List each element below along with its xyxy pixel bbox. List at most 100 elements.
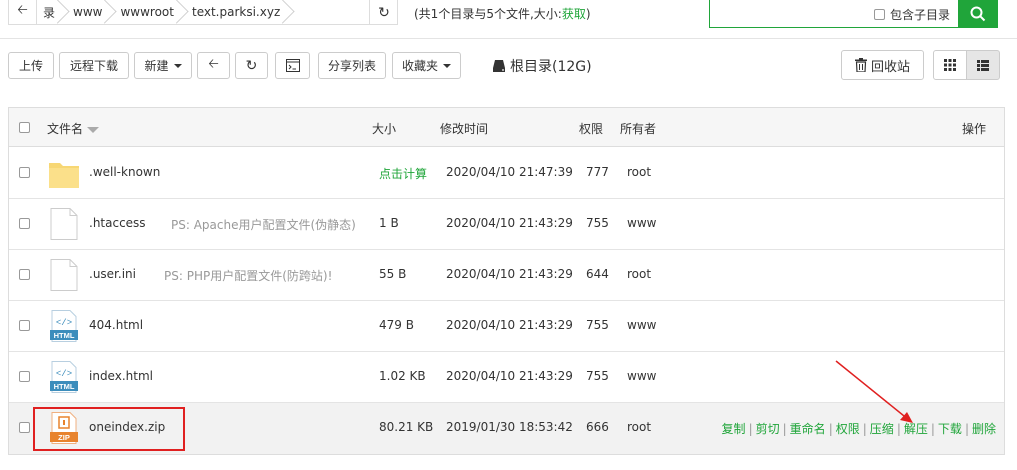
terminal-icon (285, 59, 300, 72)
calc-size-link[interactable]: 点击计算 (379, 165, 427, 182)
file-size: 1 B (379, 216, 399, 230)
row-checkbox[interactable] (19, 167, 30, 178)
file-name[interactable]: index.html (89, 369, 153, 383)
action-separator: | (964, 422, 969, 436)
back-arrow-icon: 🡠 (208, 56, 219, 72)
file-perm[interactable]: 755 (586, 318, 609, 332)
file-owner: root (627, 420, 652, 434)
refresh-icon[interactable]: ↻ (369, 0, 398, 25)
row-checkbox[interactable] (19, 269, 30, 280)
refresh-button[interactable]: ↻ (235, 52, 268, 79)
header-ops: 操作 (962, 122, 987, 136)
file-note: PS: Apache用户配置文件(伪静态) (171, 218, 356, 232)
trash-icon (854, 58, 867, 72)
remote-download-button[interactable]: 远程下载 (59, 52, 129, 79)
breadcrumb-item[interactable]: www (59, 0, 106, 24)
action-separator: | (782, 422, 787, 436)
list-view-button[interactable] (966, 50, 1000, 80)
row-checkbox[interactable] (19, 218, 30, 229)
list-icon (977, 59, 989, 71)
file-perm[interactable]: 777 (586, 165, 609, 179)
include-subdir-option[interactable]: 包含子目录 (874, 6, 950, 23)
file-size: 1.02 KB (379, 369, 426, 383)
search-button[interactable] (958, 0, 998, 28)
folder-icon (49, 163, 79, 188)
breadcrumb-item[interactable]: 录 (37, 0, 59, 24)
action-separator: | (930, 422, 935, 436)
action-separator: | (828, 422, 833, 436)
sort-caret-icon (87, 126, 100, 133)
file-perm[interactable]: 666 (586, 420, 609, 434)
recycle-bin-label: 回收站 (870, 59, 910, 75)
file-owner: root (627, 267, 652, 281)
table-row[interactable]: .user.ini PS: PHP用户配置文件(防跨站)! 55 B 2020/… (9, 250, 1004, 301)
file-mtime: 2020/04/10 21:47:39 (446, 165, 573, 179)
root-dir-indicator[interactable]: 根目录(12G) (492, 56, 592, 76)
directory-summary: (共1个目录与5个文件,大小:获取) (414, 5, 591, 22)
disk-icon (493, 60, 505, 72)
file-name[interactable]: .htaccess (89, 216, 146, 230)
back-arrow-icon[interactable]: 🡠 (9, 0, 37, 24)
table-header: 文件名 大小 修改时间 权限 所有者 操作 (9, 108, 1004, 147)
table-row[interactable]: .htaccess PS: Apache用户配置文件(伪静态) 1 B 2020… (9, 199, 1004, 250)
action-separator: | (748, 422, 753, 436)
header-size[interactable]: 大小 (372, 120, 396, 137)
file-name[interactable]: .well-known (89, 165, 160, 179)
html-badge-text: HTML (54, 331, 75, 340)
row-checkbox[interactable] (19, 371, 30, 382)
file-note: PS: PHP用户配置文件(防跨站)! (164, 269, 333, 283)
file-owner: www (627, 369, 657, 383)
action-separator: | (896, 422, 901, 436)
terminal-button[interactable] (275, 52, 310, 79)
row-checkbox[interactable] (19, 422, 30, 433)
favorites-dropdown-button[interactable]: 收藏夹 (392, 52, 461, 79)
header-name[interactable]: 文件名 (47, 120, 100, 137)
caret-down-icon (443, 63, 451, 68)
select-all-checkbox[interactable] (19, 122, 30, 133)
breadcrumb-item[interactable]: wwwroot (106, 0, 178, 24)
file-owner: www (627, 216, 657, 230)
table-row[interactable]: .well-known 点击计算 2020/04/10 21:47:39 777… (9, 148, 1004, 199)
file-size: 479 B (379, 318, 414, 332)
share-list-button[interactable]: 分享列表 (318, 52, 386, 79)
header-perm[interactable]: 权限 (579, 120, 603, 137)
permission-action[interactable]: 权限 (836, 422, 860, 436)
summary-suffix: ) (585, 7, 591, 21)
new-dropdown-button[interactable]: 新建 (134, 52, 192, 79)
file-perm[interactable]: 755 (586, 369, 609, 383)
header-mtime[interactable]: 修改时间 (440, 120, 488, 137)
include-subdir-checkbox[interactable] (874, 9, 885, 20)
code-glyph-text: </> (56, 369, 72, 379)
row-checkbox[interactable] (19, 320, 30, 331)
file-owner: www (627, 318, 657, 332)
breadcrumb-item[interactable]: text.parksi.xyz (178, 0, 284, 24)
back-button[interactable]: 🡠 (197, 52, 230, 79)
table-row[interactable]: HTML </> 404.html 479 B 2020/04/10 21:43:… (9, 301, 1004, 352)
file-name[interactable]: 404.html (89, 318, 143, 332)
extract-action[interactable]: 解压 (904, 422, 928, 436)
header-owner[interactable]: 所有者 (620, 120, 656, 137)
table-row[interactable]: HTML </> index.html 1.02 KB 2020/04/10 21… (9, 352, 1004, 403)
file-name[interactable]: .user.ini (89, 267, 136, 281)
recycle-bin-button[interactable]: 回收站 (841, 50, 924, 80)
file-mtime: 2020/04/10 21:43:29 (446, 267, 573, 281)
download-action[interactable]: 下载 (938, 422, 962, 436)
rename-action[interactable]: 重命名 (790, 422, 826, 436)
get-size-link[interactable]: 获取 (562, 7, 586, 21)
file-size: 55 B (379, 267, 407, 281)
file-perm[interactable]: 755 (586, 216, 609, 230)
grid-view-button[interactable] (933, 50, 967, 80)
delete-action[interactable]: 删除 (972, 422, 996, 436)
file-mtime: 2020/04/10 21:43:29 (446, 369, 573, 383)
code-glyph-text: </> (56, 318, 72, 328)
file-owner: root (627, 165, 652, 179)
copy-action[interactable]: 复制 (722, 422, 746, 436)
header-name-label: 文件名 (47, 122, 84, 136)
compress-action[interactable]: 压缩 (870, 422, 894, 436)
favorites-label: 收藏夹 (401, 59, 438, 73)
file-perm[interactable]: 644 (586, 267, 609, 281)
summary-text: (共1个目录与5个文件,大小: (414, 7, 562, 21)
upload-button[interactable]: 上传 (8, 52, 54, 79)
file-icon (50, 259, 78, 291)
cut-action[interactable]: 剪切 (756, 422, 780, 436)
